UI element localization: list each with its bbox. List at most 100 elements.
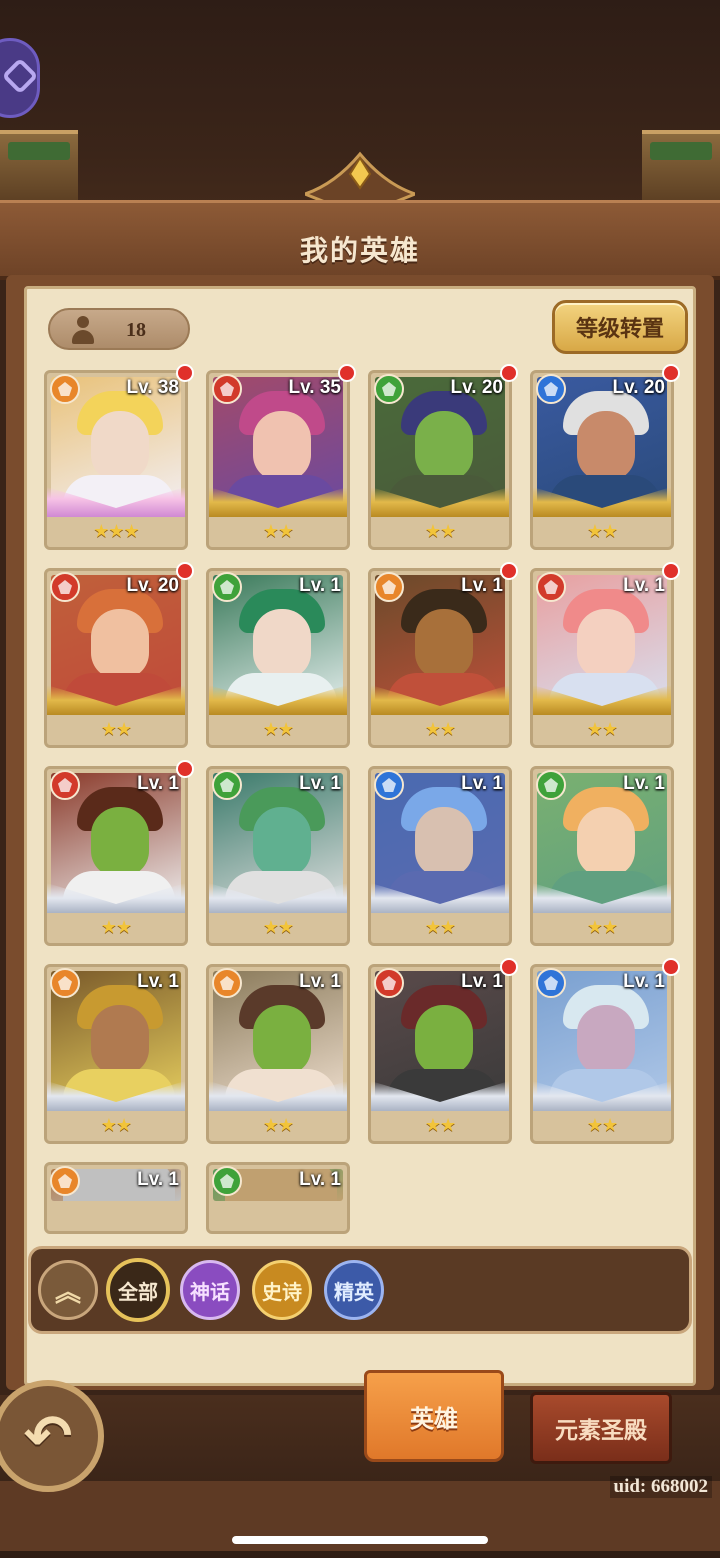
nature-green-element-icon	[374, 374, 404, 404]
hero-level: Lv. 20	[450, 377, 503, 398]
star-rating: ★★	[100, 1115, 132, 1135]
nature-green-element-icon	[212, 572, 242, 602]
star-rating: ★★★	[93, 521, 139, 541]
home-indicator[interactable]	[232, 1536, 488, 1544]
star-rating: ★★	[586, 917, 618, 937]
fire-red-element-icon	[50, 770, 80, 800]
hero-card[interactable]: ★★ Lv. 1	[368, 568, 512, 748]
fire-red-element-icon	[212, 374, 242, 404]
hero-count-pill: 18	[48, 308, 190, 350]
star-rating: ★★	[100, 719, 132, 739]
star-rating: ★★	[424, 719, 456, 739]
hero-card[interactable]: Lv. 1	[206, 1162, 350, 1234]
notification-dot	[176, 364, 194, 382]
hero-level: Lv. 1	[623, 971, 665, 992]
notification-dot	[500, 562, 518, 580]
notification-dot	[662, 562, 680, 580]
star-rating: ★★	[586, 1115, 618, 1135]
hero-card[interactable]: ★★ Lv. 20	[368, 370, 512, 550]
filter-myth-button[interactable]: 神话	[180, 1260, 240, 1320]
fire-red-element-icon	[50, 572, 80, 602]
hero-count: 18	[126, 319, 146, 341]
hero-card[interactable]: ★★ Lv. 1	[206, 964, 350, 1144]
star-rating: ★★	[100, 917, 132, 937]
star-rating: ★★	[424, 521, 456, 541]
filter-epic-button[interactable]: 史诗	[252, 1260, 312, 1320]
filter-elite-button[interactable]: 精英	[324, 1260, 384, 1320]
left-pillar-decoration	[0, 130, 78, 204]
water-blue-element-icon	[374, 770, 404, 800]
water-blue-element-icon	[536, 968, 566, 998]
hero-level: Lv. 1	[299, 575, 341, 596]
hero-level: Lv. 1	[623, 575, 665, 596]
hero-level: Lv. 20	[126, 575, 179, 596]
level-reset-button[interactable]: 等级转置	[552, 300, 688, 354]
hero-level: Lv. 1	[623, 773, 665, 794]
hero-card[interactable]: Lv. 1	[44, 1162, 188, 1234]
notification-dot	[176, 562, 194, 580]
hero-card[interactable]: ★★ Lv. 1	[530, 964, 674, 1144]
notification-dot	[500, 364, 518, 382]
tab-element-temple[interactable]: 元素圣殿	[530, 1392, 672, 1464]
user-id: uid: 668002	[609, 1476, 712, 1498]
fire-red-element-icon	[374, 968, 404, 998]
filter-all-button[interactable]: 全部	[106, 1258, 170, 1322]
person-icon	[70, 316, 96, 344]
page-title: 我的英雄	[299, 235, 420, 266]
notification-dot	[662, 364, 680, 382]
star-rating: ★★	[262, 1115, 294, 1135]
hero-card[interactable]: ★★ Lv. 1	[206, 568, 350, 748]
hero-level: Lv. 1	[461, 575, 503, 596]
collapse-filter-button[interactable]: ︽	[38, 1260, 98, 1320]
side-menu-button[interactable]	[0, 38, 40, 118]
star-rating: ★★	[586, 521, 618, 541]
notification-dot	[662, 958, 680, 976]
hero-level: Lv. 20	[612, 377, 665, 398]
hero-card[interactable]: ★★ Lv. 1	[44, 964, 188, 1144]
hexagon-icon	[1, 57, 39, 95]
nature-green-element-icon	[212, 1166, 242, 1196]
fire-gold-element-icon	[374, 572, 404, 602]
tab-hero[interactable]: 英雄	[364, 1370, 504, 1462]
hero-card[interactable]: ★★ Lv. 35	[206, 370, 350, 550]
back-arrow-icon: ↶	[23, 1404, 73, 1469]
hero-level: Lv. 1	[299, 1169, 341, 1190]
hero-card[interactable]: ★★ Lv. 1	[206, 766, 350, 946]
star-rating: ★★	[424, 917, 456, 937]
star-rating: ★★	[262, 719, 294, 739]
star-rating: ★★	[262, 521, 294, 541]
hero-card[interactable]: ★★ Lv. 1	[368, 964, 512, 1144]
hero-card[interactable]: ★★ Lv. 1	[44, 766, 188, 946]
star-rating: ★★	[262, 917, 294, 937]
hero-level: Lv. 38	[126, 377, 179, 398]
hero-level: Lv. 1	[461, 773, 503, 794]
hero-level: Lv. 1	[137, 971, 179, 992]
notification-dot	[338, 364, 356, 382]
water-blue-element-icon	[536, 374, 566, 404]
star-rating: ★★	[586, 719, 618, 739]
right-pillar-decoration	[642, 130, 720, 204]
notification-dot	[176, 760, 194, 778]
nature-green-element-icon	[212, 770, 242, 800]
hero-level: Lv. 1	[137, 1169, 179, 1190]
hero-card[interactable]: ★★ Lv. 1	[530, 568, 674, 748]
hero-card[interactable]: ★★ Lv. 20	[530, 370, 674, 550]
nature-green-element-icon	[536, 770, 566, 800]
hero-card[interactable]: ★★ Lv. 20	[44, 568, 188, 748]
hero-card[interactable]: ★★ Lv. 1	[530, 766, 674, 946]
fire-red-element-icon	[536, 572, 566, 602]
star-rating: ★★	[424, 1115, 456, 1135]
fire-gold-element-icon	[50, 1166, 80, 1196]
notification-dot	[500, 958, 518, 976]
hero-level: Lv. 1	[461, 971, 503, 992]
title-bar: 我的英雄	[0, 200, 720, 280]
hero-level: Lv. 1	[299, 773, 341, 794]
fire-gold-element-icon	[212, 968, 242, 998]
fire-gold-element-icon	[50, 374, 80, 404]
hero-level: Lv. 1	[137, 773, 179, 794]
fire-gold-element-icon	[50, 968, 80, 998]
hero-level: Lv. 35	[288, 377, 341, 398]
hero-card[interactable]: ★★ Lv. 1	[368, 766, 512, 946]
hero-level: Lv. 1	[299, 971, 341, 992]
hero-card[interactable]: ★★★ Lv. 38	[44, 370, 188, 550]
